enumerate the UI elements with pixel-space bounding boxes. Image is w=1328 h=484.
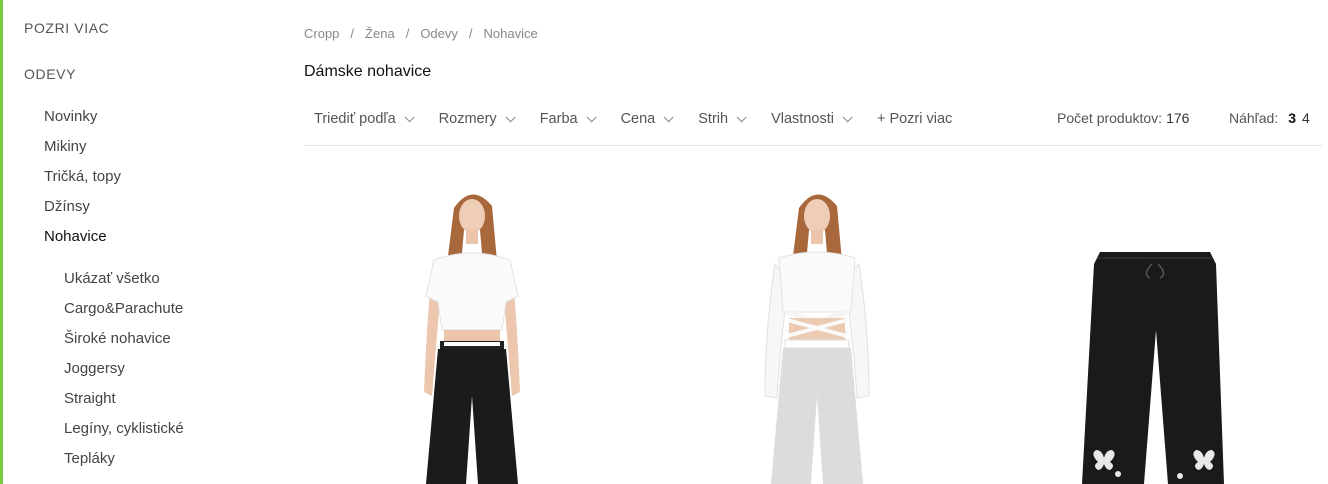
chevron-down-icon — [736, 111, 747, 122]
features-label: Vlastnosti — [771, 111, 834, 127]
sizes-filter[interactable]: Rozmery — [429, 111, 522, 127]
features-filter[interactable]: Vlastnosti — [761, 111, 859, 127]
category-list: Novinky Mikiny Tričká, topy Džínsy Nohav… — [44, 107, 121, 257]
breadcrumb-cropp[interactable]: Cropp — [304, 26, 339, 41]
sidebar-see-more[interactable]: POZRI VIAC — [24, 20, 109, 36]
subcategory-joggers[interactable]: Joggersy — [64, 359, 184, 389]
product-image — [1082, 252, 1224, 484]
sort-dropdown[interactable]: Triediť podľa — [304, 111, 421, 127]
chevron-down-icon — [586, 111, 597, 122]
chevron-down-icon — [404, 111, 415, 122]
sidebar-item-dzinsy[interactable]: Džínsy — [44, 197, 121, 227]
divider — [304, 145, 1322, 146]
breadcrumb: Cropp / Žena / Odevy / Nohavice — [304, 26, 538, 41]
page-title: Dámske nohavice — [304, 63, 432, 80]
subcategory-sweatpants[interactable]: Tepláky — [64, 449, 184, 479]
price-filter[interactable]: Cena — [611, 111, 681, 127]
view-option-3[interactable]: 3 — [1288, 110, 1296, 126]
view-label: Náhľad: — [1229, 110, 1279, 126]
subcategory-wide[interactable]: Široké nohavice — [64, 329, 184, 359]
color-label: Farba — [539, 111, 578, 127]
chevron-down-icon — [842, 111, 853, 122]
chevron-down-icon — [505, 111, 516, 122]
sidebar-item-novinky[interactable]: Novinky — [44, 107, 121, 137]
subcategory-list: Ukázať všetko Cargo&Parachute Široké noh… — [64, 269, 184, 479]
breadcrumb-separator: / — [350, 26, 355, 41]
sidebar-item-tricka[interactable]: Tričká, topy — [44, 167, 121, 197]
sort-label: Triediť podľa — [314, 111, 396, 127]
sidebar-section-odevy[interactable]: ODEVY — [24, 66, 76, 82]
breadcrumb-separator: / — [405, 26, 410, 41]
breadcrumb-separator: / — [468, 26, 473, 41]
more-filters-button[interactable]: + Pozri viac — [867, 111, 962, 127]
color-filter[interactable]: Farba — [530, 111, 603, 127]
view-switcher: Náhľad: 3 4 — [1229, 110, 1310, 126]
filter-bar: Triediť podľa Rozmery Farba Cena Strih V… — [304, 108, 970, 130]
product-count-label: Počet produktov: — [1057, 110, 1163, 126]
subcategory-cargo[interactable]: Cargo&Parachute — [64, 299, 184, 329]
sidebar-item-nohavice[interactable]: Nohavice — [44, 227, 121, 257]
subcategory-leggings[interactable]: Legíny, cyklistické — [64, 419, 184, 449]
cut-filter[interactable]: Strih — [688, 111, 753, 127]
product-card[interactable] — [1004, 160, 1304, 484]
sidebar-item-mikiny[interactable]: Mikiny — [44, 137, 121, 167]
chevron-down-icon — [663, 111, 674, 122]
product-card[interactable] — [667, 160, 967, 484]
sidebar: POZRI VIAC ODEVY Novinky Mikiny Tričká, … — [3, 0, 273, 484]
breadcrumb-zena[interactable]: Žena — [365, 26, 395, 41]
product-image — [764, 194, 870, 484]
price-label: Cena — [620, 111, 656, 127]
breadcrumb-odevy[interactable]: Odevy — [420, 26, 458, 41]
subcategory-straight[interactable]: Straight — [64, 389, 184, 419]
product-card[interactable] — [322, 160, 622, 484]
cut-label: Strih — [698, 111, 729, 127]
sizes-label: Rozmery — [438, 111, 497, 127]
view-option-4[interactable]: 4 — [1302, 110, 1310, 126]
product-count: Počet produktov: 176 — [1057, 110, 1189, 126]
product-count-value: 176 — [1166, 110, 1190, 126]
product-image — [424, 194, 520, 484]
breadcrumb-nohavice: Nohavice — [483, 26, 538, 41]
subcategory-show-all[interactable]: Ukázať všetko — [64, 269, 184, 299]
